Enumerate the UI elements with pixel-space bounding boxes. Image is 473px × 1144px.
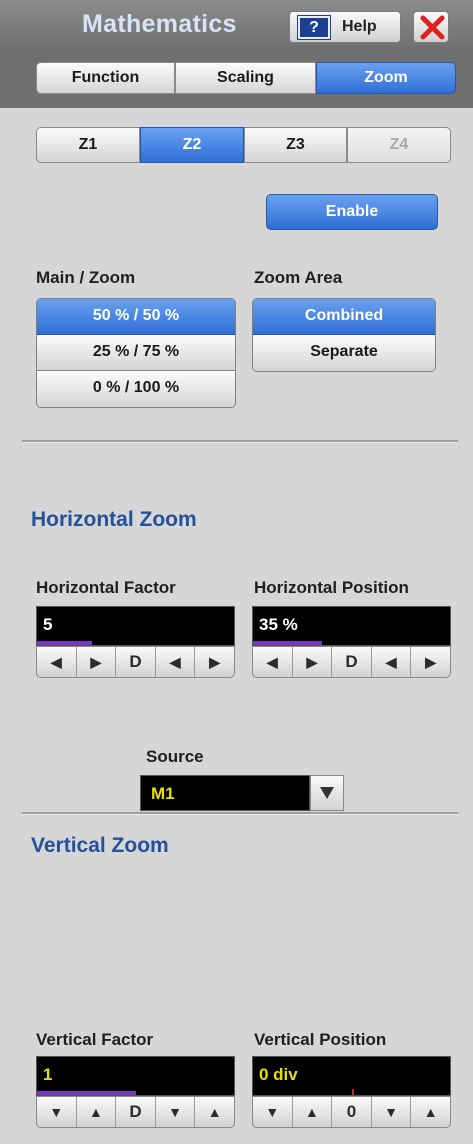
- vertical-position-control: 0 div ▼ ▲ 0 ▼ ▲: [252, 1056, 451, 1128]
- main-zoom-option[interactable]: 50 % / 50 %: [37, 299, 235, 335]
- main-zoom-label: Main / Zoom: [36, 268, 136, 287]
- source-value-box[interactable]: M1: [140, 775, 310, 811]
- vertical-zoom-title: Vertical Zoom: [31, 834, 169, 857]
- zoom-area-option[interactable]: Combined: [253, 299, 435, 335]
- default-button[interactable]: D: [332, 647, 372, 677]
- horizontal-factor-display[interactable]: 5: [36, 606, 235, 646]
- up-arrow-icon[interactable]: ▲: [195, 1097, 234, 1127]
- vertical-factor-value: 1: [43, 1065, 53, 1084]
- help-button[interactable]: ? Help: [289, 11, 401, 43]
- zoom-z1-button[interactable]: Z1: [36, 127, 140, 163]
- left-arrow-icon[interactable]: ◀: [156, 647, 196, 677]
- horizontal-position-arrows: ◀ ▶ D ◀ ▶: [252, 646, 451, 678]
- default-button[interactable]: D: [116, 1097, 156, 1127]
- horizontal-factor-value: 5: [43, 615, 53, 634]
- horizontal-position-level-bar: [253, 641, 322, 645]
- main-zoom-option[interactable]: 25 % / 75 %: [37, 335, 235, 371]
- main-zoom-list: 50 % / 50 % 25 % / 75 % 0 % / 100 %: [36, 298, 236, 408]
- close-button[interactable]: [413, 11, 449, 43]
- left-arrow-icon[interactable]: ◀: [372, 647, 412, 677]
- up-arrow-icon[interactable]: ▲: [77, 1097, 117, 1127]
- right-arrow-icon[interactable]: ▶: [77, 647, 117, 677]
- source-dropdown-button[interactable]: [310, 775, 344, 811]
- section-divider: [22, 812, 458, 815]
- horizontal-factor-arrows: ◀ ▶ D ◀ ▶: [36, 646, 235, 678]
- horizontal-position-label: Horizontal Position: [254, 578, 409, 597]
- tab-function[interactable]: Function: [36, 62, 175, 94]
- down-arrow-icon[interactable]: ▼: [156, 1097, 196, 1127]
- tab-bar: Function Scaling Zoom: [0, 52, 473, 108]
- mathematics-dialog: Mathematics ? Help Function Scaling Zoom…: [0, 0, 473, 1144]
- right-arrow-icon[interactable]: ▶: [195, 647, 234, 677]
- zoom-z4-button[interactable]: Z4: [347, 127, 451, 163]
- down-arrow-icon[interactable]: ▼: [253, 1097, 293, 1127]
- tab-zoom[interactable]: Zoom: [316, 62, 456, 94]
- section-divider: [22, 440, 458, 443]
- zoom-area-list: Combined Separate: [252, 298, 436, 372]
- horizontal-position-control: 35 % ◀ ▶ D ◀ ▶: [252, 606, 451, 678]
- vertical-factor-level-bar: [37, 1091, 136, 1095]
- vertical-factor-label: Vertical Factor: [36, 1030, 154, 1049]
- help-icon: ?: [297, 15, 331, 40]
- vertical-position-indicator: [351, 1089, 354, 1095]
- close-icon: [420, 15, 445, 40]
- zoom-z2-button[interactable]: Z2: [140, 127, 244, 163]
- down-arrow-icon[interactable]: ▼: [37, 1097, 77, 1127]
- horizontal-position-display[interactable]: 35 %: [252, 606, 451, 646]
- dialog-title: Mathematics: [82, 10, 237, 38]
- vertical-factor-arrows: ▼ ▲ D ▼ ▲: [36, 1096, 235, 1128]
- help-label: Help: [342, 18, 377, 35]
- right-arrow-icon[interactable]: ▶: [293, 647, 333, 677]
- horizontal-factor-level-bar: [37, 641, 93, 645]
- horizontal-position-value: 35 %: [259, 615, 298, 634]
- left-arrow-icon[interactable]: ◀: [253, 647, 293, 677]
- up-arrow-icon[interactable]: ▲: [293, 1097, 333, 1127]
- zoom-area-option[interactable]: Separate: [253, 335, 435, 371]
- enable-button[interactable]: Enable: [266, 194, 438, 230]
- title-bar: Mathematics ? Help: [0, 0, 473, 52]
- vertical-factor-control: 1 ▼ ▲ D ▼ ▲: [36, 1056, 235, 1128]
- right-arrow-icon[interactable]: ▶: [411, 647, 450, 677]
- zoom-area-label: Zoom Area: [254, 268, 343, 287]
- chevron-down-icon: [320, 787, 334, 799]
- tab-scaling[interactable]: Scaling: [175, 62, 316, 94]
- down-arrow-icon[interactable]: ▼: [372, 1097, 412, 1127]
- source-value: M1: [151, 784, 175, 803]
- horizontal-factor-control: 5 ◀ ▶ D ◀ ▶: [36, 606, 235, 678]
- horizontal-zoom-title: Horizontal Zoom: [31, 508, 197, 531]
- zero-button[interactable]: 0: [332, 1097, 372, 1127]
- horizontal-factor-label: Horizontal Factor: [36, 578, 176, 597]
- up-arrow-icon[interactable]: ▲: [411, 1097, 450, 1127]
- default-button[interactable]: D: [116, 647, 156, 677]
- source-select[interactable]: M1: [140, 775, 344, 811]
- vertical-position-arrows: ▼ ▲ 0 ▼ ▲: [252, 1096, 451, 1128]
- vertical-position-label: Vertical Position: [254, 1030, 387, 1049]
- zoom-z3-button[interactable]: Z3: [244, 127, 347, 163]
- vertical-position-value: 0 div: [259, 1065, 298, 1084]
- left-arrow-icon[interactable]: ◀: [37, 647, 77, 677]
- main-zoom-option[interactable]: 0 % / 100 %: [37, 371, 235, 407]
- source-label: Source: [146, 747, 204, 766]
- vertical-position-display[interactable]: 0 div: [252, 1056, 451, 1096]
- vertical-factor-display[interactable]: 1: [36, 1056, 235, 1096]
